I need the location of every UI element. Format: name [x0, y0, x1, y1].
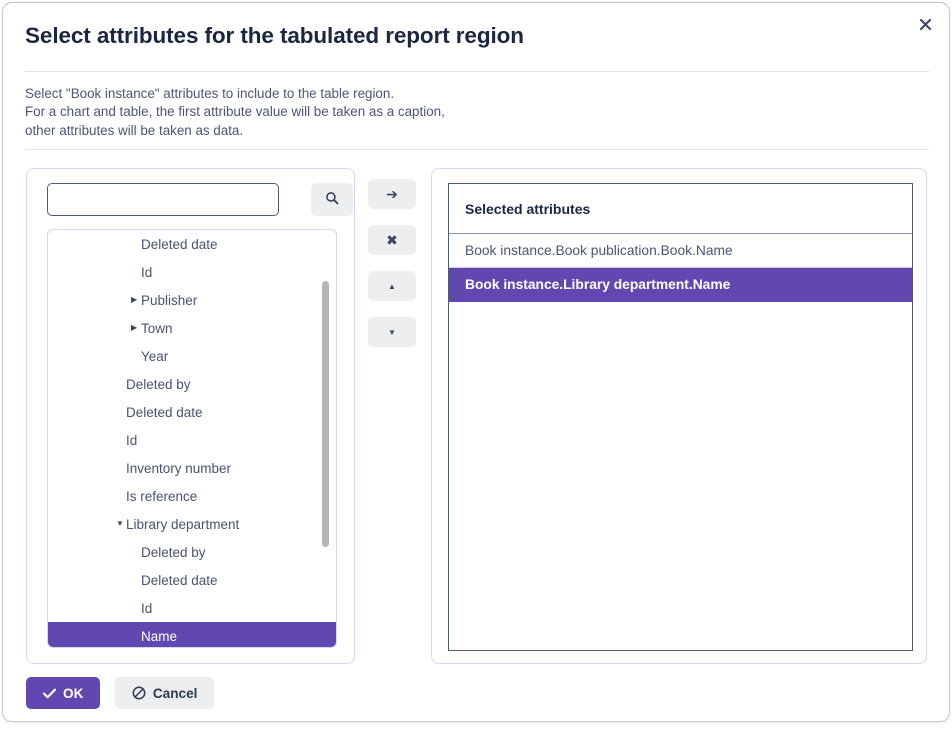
search-icon — [325, 191, 339, 208]
tree-scrollbar-thumb[interactable] — [322, 281, 329, 547]
selected-attribute-label: Book instance.Library department.Name — [465, 277, 731, 292]
tree-item[interactable]: Deleted date — [48, 566, 336, 594]
tree-item[interactable]: Is reference — [48, 482, 336, 510]
tree-item-label: Deleted by — [126, 376, 191, 392]
remove-button[interactable]: ✖ — [368, 225, 416, 255]
selected-attributes-header: Selected attributes — [449, 184, 912, 234]
tree-item-label: Deleted date — [141, 572, 218, 588]
attribute-tree-list: Deleted date Id ▶ Publisher ▶ Town Year Deleted… — [48, 230, 336, 647]
tree-item-label: Id — [126, 432, 138, 448]
tree-item[interactable]: Year — [48, 342, 336, 370]
triangle-down-icon: ▼ — [388, 327, 396, 337]
tree-item-label: Is reference — [126, 488, 198, 504]
move-up-button[interactable]: ▲ — [368, 271, 416, 301]
cancel-button[interactable]: Cancel — [114, 677, 215, 709]
tree-item-label: Id — [141, 600, 153, 616]
tree-item-label: Deleted date — [126, 404, 203, 420]
tree-item[interactable]: Id — [48, 426, 336, 454]
header-divider — [25, 71, 929, 72]
close-icon[interactable] — [911, 10, 939, 38]
cancel-button-label: Cancel — [152, 685, 198, 701]
ok-button-label: OK — [63, 685, 84, 701]
chevron-right-icon[interactable]: ▶ — [131, 324, 137, 332]
tree-item[interactable]: Deleted date — [48, 398, 336, 426]
search-row — [47, 183, 353, 216]
attribute-tree[interactable]: Deleted date Id ▶ Publisher ▶ Town Year Deleted… — [47, 229, 337, 648]
page-title: Select attributes for the tabulated repo… — [25, 23, 524, 48]
search-button[interactable] — [311, 183, 353, 216]
selected-attribute-label: Book instance.Book publication.Book.Name — [465, 243, 733, 258]
tree-item[interactable]: Name — [48, 622, 336, 647]
description-line-1: Select "Book instance" attributes to inc… — [25, 86, 395, 101]
tree-item[interactable]: Inventory number — [48, 454, 336, 482]
tree-item-label: Id — [141, 264, 153, 280]
tree-item[interactable]: Deleted by — [48, 370, 336, 398]
attribute-selection-dialog: Select attributes for the tabulated repo… — [2, 2, 950, 722]
selected-attributes-list: Book instance.Book publication.Book.Name… — [449, 234, 912, 302]
tree-item-label: Name — [141, 628, 178, 644]
add-button[interactable]: ➔ — [368, 179, 416, 209]
selected-attributes-box: Selected attributes Book instance.Book p… — [448, 183, 913, 651]
tree-item-label: Publisher — [141, 292, 198, 308]
tree-item[interactable]: Id — [48, 594, 336, 622]
tree-item[interactable]: ▶ Town — [48, 314, 336, 342]
arrow-right-icon: ➔ — [386, 185, 398, 202]
tree-item[interactable]: Deleted date — [48, 230, 336, 258]
dialog-description: Select "Book instance" attributes to inc… — [25, 85, 725, 140]
search-input[interactable] — [47, 183, 279, 216]
triangle-up-icon: ▲ — [388, 281, 396, 291]
tree-item[interactable]: ▶ Publisher — [48, 286, 336, 314]
ban-icon — [132, 686, 146, 700]
check-icon — [43, 688, 56, 699]
selected-attributes-panel: Selected attributes Book instance.Book p… — [431, 168, 927, 664]
move-down-button[interactable]: ▼ — [368, 317, 416, 347]
tree-item[interactable]: Id — [48, 258, 336, 286]
tree-scrollbar-track[interactable] — [322, 230, 333, 647]
tree-item-label: Deleted by — [141, 544, 206, 560]
tree-item-label: Inventory number — [126, 460, 232, 476]
tree-item-label: Year — [141, 348, 169, 364]
chevron-right-icon[interactable]: ▶ — [131, 296, 137, 304]
tree-item[interactable]: Deleted by — [48, 538, 336, 566]
description-divider — [25, 149, 929, 150]
transfer-button-column: ➔ ✖ ▲ ▼ — [368, 179, 416, 363]
available-attributes-panel: Deleted date Id ▶ Publisher ▶ Town Year Deleted… — [26, 168, 355, 664]
description-line-3: other attributes will be taken as data. — [25, 122, 244, 138]
selected-attribute-row[interactable]: Book instance.Library department.Name — [449, 268, 912, 302]
close-icon: ✖ — [386, 231, 398, 248]
description-line-2: For a chart and table, the first attribu… — [25, 104, 445, 120]
tree-item-label: Deleted date — [141, 236, 218, 252]
tree-item[interactable]: ▼ Library department — [48, 510, 336, 538]
ok-button[interactable]: OK — [26, 677, 101, 709]
dialog-footer: OK Cancel — [26, 677, 215, 709]
tree-item-label: Town — [141, 320, 173, 336]
selected-attribute-row[interactable]: Book instance.Book publication.Book.Name — [449, 234, 912, 268]
tree-item-label: Library department — [126, 516, 240, 532]
chevron-down-icon[interactable]: ▼ — [116, 520, 124, 528]
